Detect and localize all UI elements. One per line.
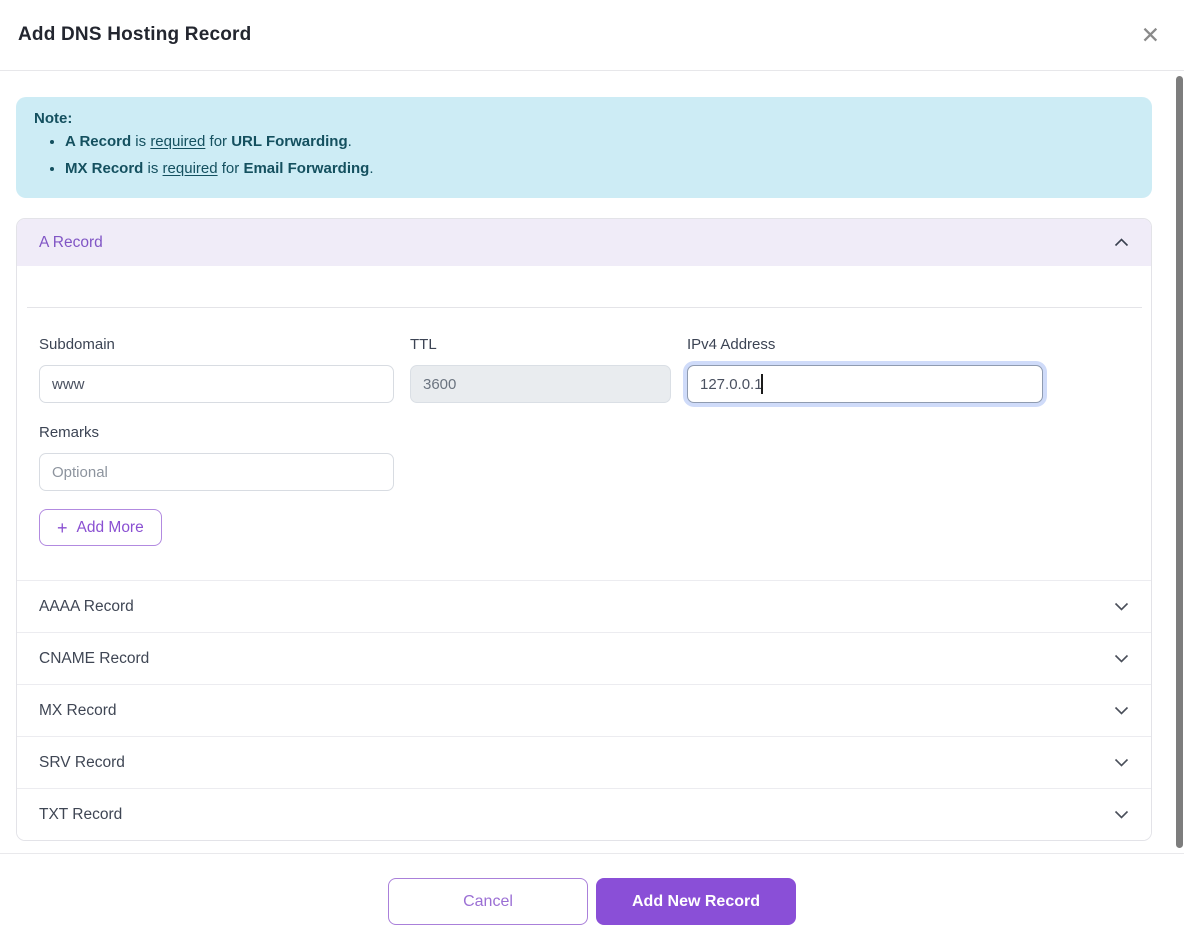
accordion-header-label: CNAME Record [39,650,149,668]
add-new-record-button[interactable]: Add New Record [596,878,796,925]
note-text: is [135,133,146,150]
chevron-down-icon [1114,810,1129,819]
close-icon[interactable]: ✕ [1141,24,1160,47]
note-box: Note: A Record is required for URL Forwa… [16,97,1152,198]
accordion-header-label: AAAA Record [39,598,134,616]
note-text: for [210,133,228,150]
remarks-label: Remarks [39,424,1129,441]
note-list: A Record is required for URL Forwarding.… [32,131,1136,180]
chevron-down-icon [1114,706,1129,715]
accordion-header-a-record[interactable]: A Record [17,219,1151,266]
vertical-scrollbar[interactable] [1176,76,1183,848]
note-required-text: required [163,160,218,177]
record-accordion: A Record Subdomain TTL IPv [16,218,1152,841]
note-record-name: A Record [65,133,131,150]
chevron-down-icon [1114,654,1129,663]
add-more-label: Add More [77,519,144,537]
note-item-mx-record: MX Record is required for Email Forwardi… [65,158,1136,181]
accordion-header-cname-record[interactable]: CNAME Record [17,632,1151,684]
accordion-header-aaaa-record[interactable]: AAAA Record [17,580,1151,632]
ttl-field-group: TTL [410,336,671,403]
plus-icon: + [57,519,68,537]
ipv4-field-group: IPv4 Address [687,336,1043,403]
ipv4-label: IPv4 Address [687,336,1043,353]
remarks-input[interactable] [39,453,394,491]
note-text: . [348,133,352,150]
page-title: Add DNS Hosting Record [18,24,251,46]
accordion-header-label: A Record [39,234,103,252]
subdomain-label: Subdomain [39,336,394,353]
a-record-form: Subdomain TTL IPv4 Address [17,336,1151,546]
note-record-name: MX Record [65,160,143,177]
note-required-text: required [150,133,205,150]
accordion-header-srv-record[interactable]: SRV Record [17,736,1151,788]
accordion-header-mx-record[interactable]: MX Record [17,684,1151,736]
panel-divider [27,307,1142,308]
modal-body: Note: A Record is required for URL Forwa… [0,71,1184,841]
a-record-panel: Subdomain TTL IPv4 Address [17,307,1151,580]
ttl-label: TTL [410,336,671,353]
ipv4-input[interactable] [687,365,1043,403]
note-text: for [222,160,240,177]
modal-footer: Cancel Add New Record [0,854,1184,949]
accordion-header-label: MX Record [39,702,117,720]
subdomain-input[interactable] [39,365,394,403]
accordion-header-label: SRV Record [39,754,125,772]
text-cursor [761,374,763,394]
note-heading: Note: [34,110,1136,127]
accordion-header-label: TXT Record [39,806,122,824]
add-more-button[interactable]: + Add More [39,509,162,546]
remarks-field-group: Remarks [39,424,1129,491]
subdomain-field-group: Subdomain [39,336,394,403]
cancel-button[interactable]: Cancel [388,878,588,925]
note-feature-name: URL Forwarding [231,133,347,150]
ttl-input [410,365,671,403]
modal-header: Add DNS Hosting Record ✕ [0,0,1184,71]
chevron-up-icon [1114,238,1129,247]
chevron-down-icon [1114,758,1129,767]
chevron-down-icon [1114,602,1129,611]
note-feature-name: Email Forwarding [243,160,369,177]
accordion-header-txt-record[interactable]: TXT Record [17,788,1151,840]
note-text: is [148,160,159,177]
note-text: . [369,160,373,177]
note-item-a-record: A Record is required for URL Forwarding. [65,131,1136,154]
